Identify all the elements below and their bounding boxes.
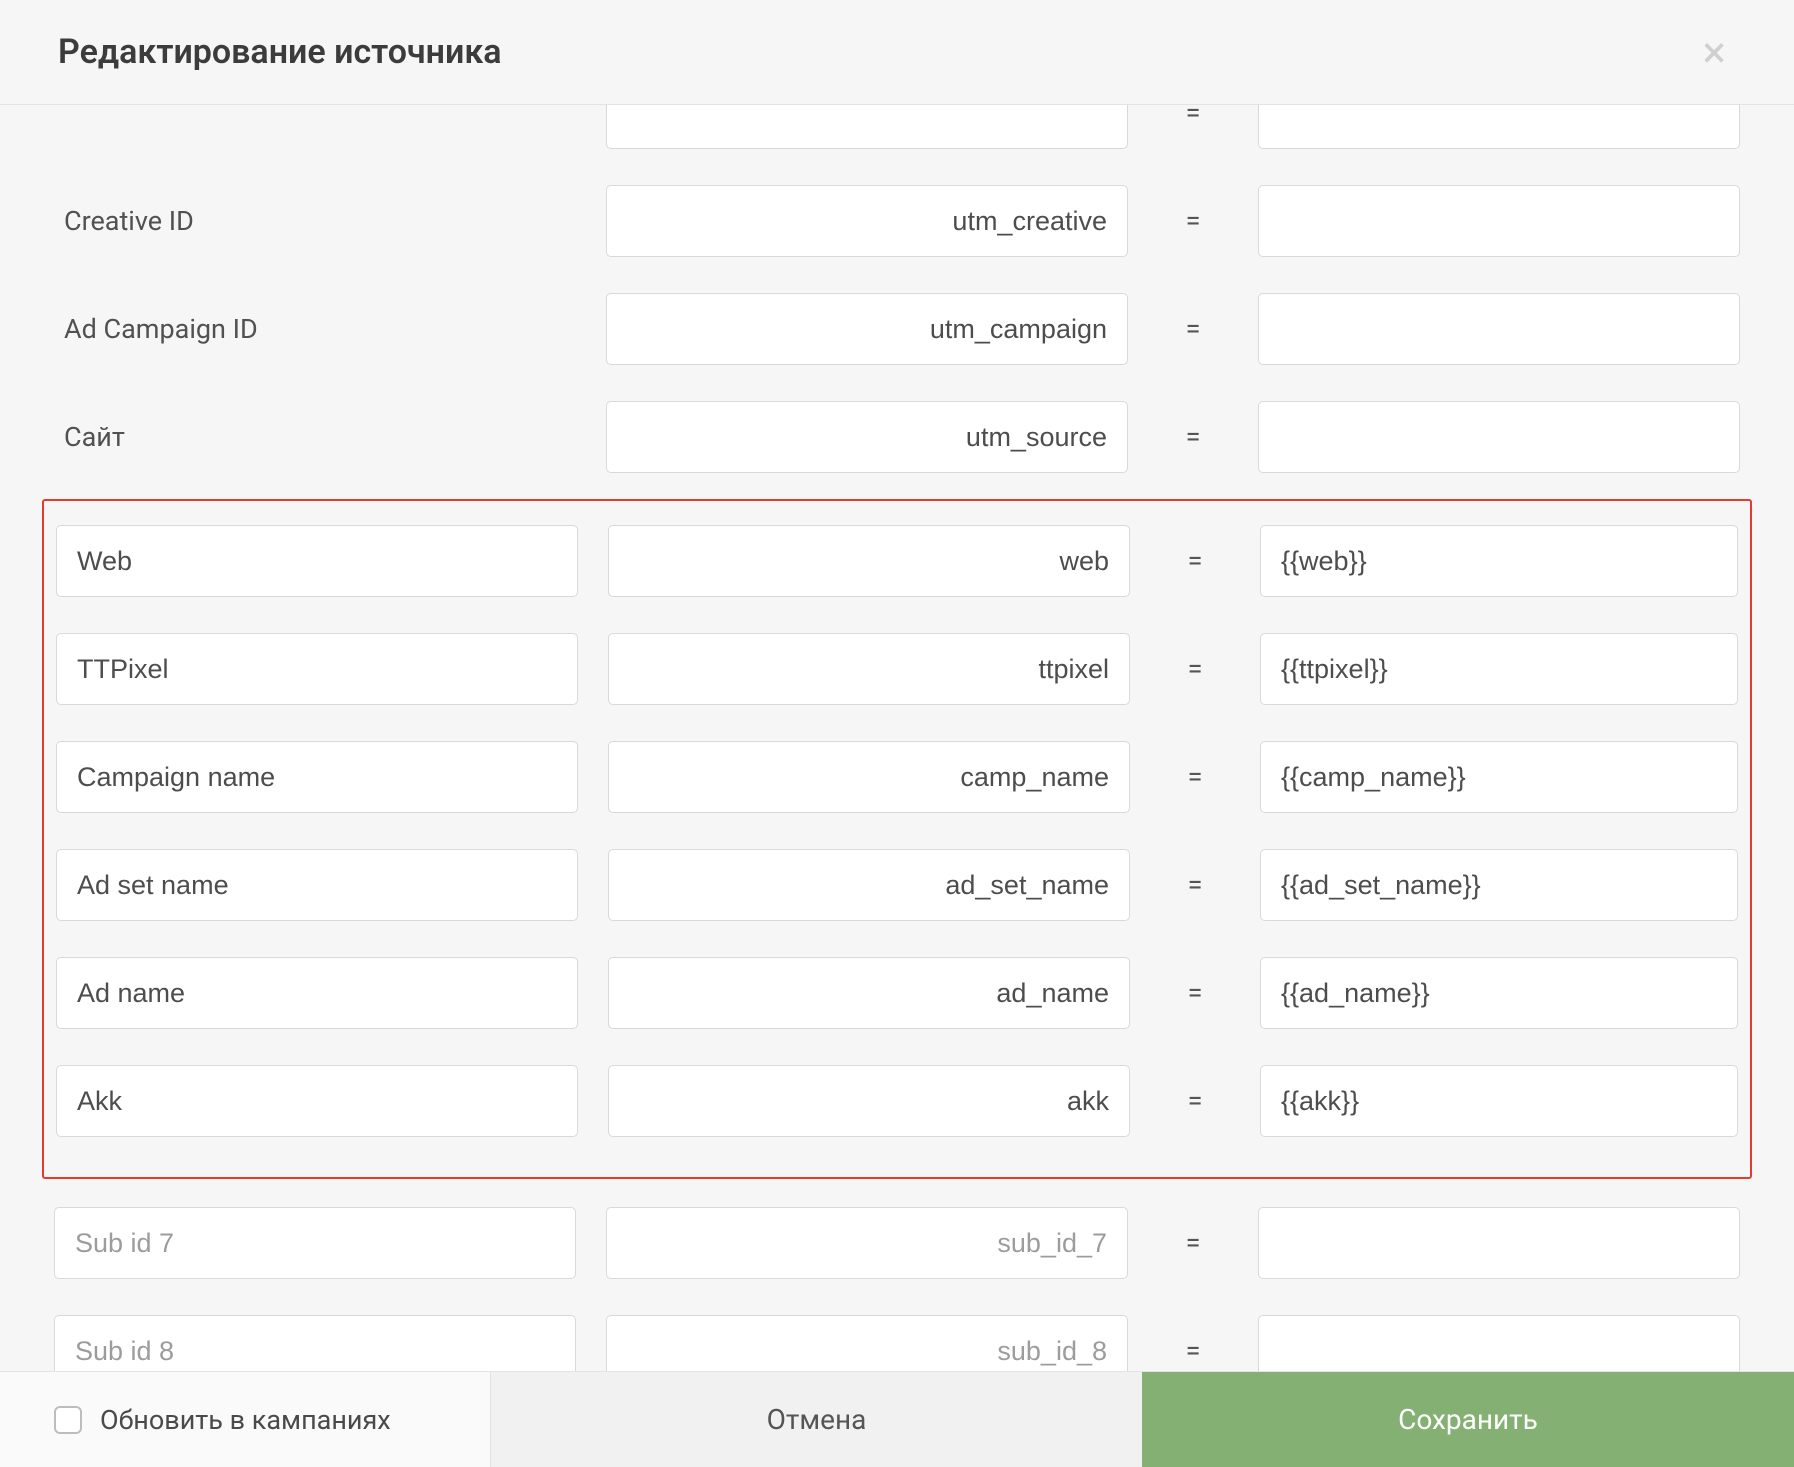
param-input[interactable] <box>608 1065 1130 1137</box>
value-input[interactable] <box>1258 1315 1740 1371</box>
equals-sign: = <box>1158 421 1228 453</box>
value-input[interactable] <box>1260 1065 1738 1137</box>
edit-source-modal: Редактирование источника × = Creative ID… <box>0 0 1794 1467</box>
param-input[interactable] <box>606 185 1128 257</box>
value-input[interactable] <box>1260 849 1738 921</box>
name-input[interactable] <box>56 525 578 597</box>
param-row-web: = <box>56 525 1738 597</box>
value-input[interactable] <box>1260 525 1738 597</box>
param-input[interactable] <box>608 741 1130 813</box>
param-row-adsetname: = <box>56 849 1738 921</box>
modal-footer: Обновить в кампаниях Отмена Сохранить <box>0 1371 1794 1467</box>
param-input[interactable] <box>608 849 1130 921</box>
value-input[interactable] <box>1258 401 1740 473</box>
modal-title: Редактирование источника <box>58 32 502 72</box>
highlighted-params: = = = = <box>42 499 1752 1179</box>
name-input[interactable] <box>54 1207 576 1279</box>
name-input[interactable] <box>54 1315 576 1371</box>
param-input[interactable] <box>606 1315 1128 1371</box>
param-input[interactable] <box>606 293 1128 365</box>
name-input[interactable] <box>56 633 578 705</box>
param-row-campaign: Ad Campaign ID = <box>54 293 1740 365</box>
row-label: Creative ID <box>54 205 576 237</box>
name-input[interactable] <box>56 849 578 921</box>
equals-sign: = <box>1158 1335 1228 1367</box>
param-row-adname: = <box>56 957 1738 1029</box>
value-input[interactable] <box>1258 105 1740 149</box>
param-input[interactable] <box>608 957 1130 1029</box>
equals-sign: = <box>1160 653 1230 685</box>
param-input[interactable] <box>606 105 1128 149</box>
param-row-akk: = <box>56 1065 1738 1137</box>
equals-sign: = <box>1158 1227 1228 1259</box>
param-input[interactable] <box>606 1207 1128 1279</box>
checkbox-icon[interactable] <box>54 1406 82 1434</box>
modal-body: = Creative ID = Ad Campaign ID = Сайт = <box>0 105 1794 1371</box>
param-row-creative: Creative ID = <box>54 185 1740 257</box>
param-row-site: Сайт = <box>54 401 1740 473</box>
value-input[interactable] <box>1260 633 1738 705</box>
name-input[interactable] <box>56 741 578 813</box>
equals-sign: = <box>1160 761 1230 793</box>
row-label: Ad Campaign ID <box>54 313 576 345</box>
equals-sign: = <box>1160 869 1230 901</box>
param-input[interactable] <box>608 633 1130 705</box>
row-label: Сайт <box>54 421 576 453</box>
value-input[interactable] <box>1260 957 1738 1029</box>
update-label: Обновить в кампаниях <box>100 1404 391 1436</box>
equals-sign: = <box>1158 205 1228 237</box>
param-row-ttpixel: = <box>56 633 1738 705</box>
equals-sign: = <box>1158 313 1228 345</box>
param-row-campname: = <box>56 741 1738 813</box>
name-input[interactable] <box>56 1065 578 1137</box>
equals-sign: = <box>1158 105 1228 129</box>
modal-header: Редактирование источника × <box>0 0 1794 105</box>
name-input[interactable] <box>56 957 578 1029</box>
save-button[interactable]: Сохранить <box>1142 1372 1794 1467</box>
value-input[interactable] <box>1258 1207 1740 1279</box>
value-input[interactable] <box>1258 185 1740 257</box>
equals-sign: = <box>1160 977 1230 1009</box>
update-in-campaigns[interactable]: Обновить в кампаниях <box>0 1372 490 1467</box>
param-row-subid8: = <box>54 1315 1740 1371</box>
param-row-subid7: = <box>54 1207 1740 1279</box>
value-input[interactable] <box>1258 293 1740 365</box>
param-input[interactable] <box>608 525 1130 597</box>
param-input[interactable] <box>606 401 1128 473</box>
equals-sign: = <box>1160 1085 1230 1117</box>
equals-sign: = <box>1160 545 1230 577</box>
close-icon[interactable]: × <box>1693 30 1736 74</box>
param-row: = <box>54 105 1740 149</box>
cancel-button[interactable]: Отмена <box>490 1372 1142 1467</box>
value-input[interactable] <box>1260 741 1738 813</box>
